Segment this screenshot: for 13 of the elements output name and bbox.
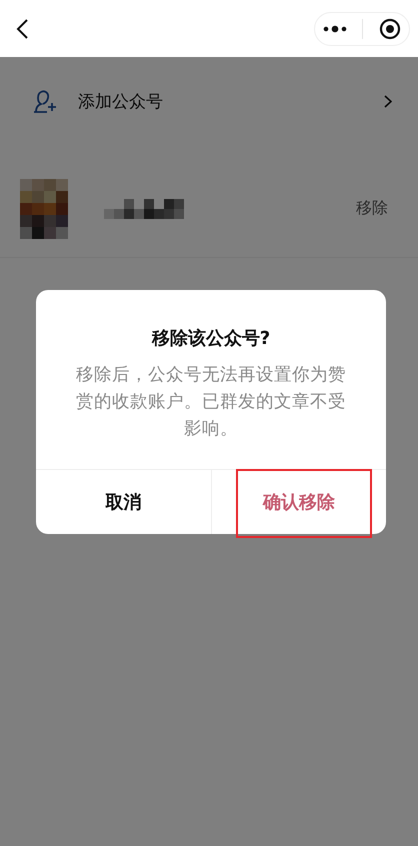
more-button[interactable]	[322, 24, 347, 32]
back-icon	[14, 18, 30, 40]
confirm-button[interactable]: 确认移除	[212, 470, 386, 534]
add-account-label[interactable]: 添加公众号	[78, 90, 384, 112]
chevron-right-icon	[384, 94, 392, 108]
back-button[interactable]	[14, 18, 30, 40]
close-button[interactable]	[379, 18, 402, 40]
more-icon	[322, 24, 347, 32]
dialog-title: 移除该公众号?	[150, 327, 272, 350]
remove-button[interactable]: 移除	[356, 198, 388, 219]
cancel-button[interactable]: 取消	[36, 470, 210, 534]
target-icon	[379, 18, 402, 40]
dialog-message: 移除后，公众号无法再设置你为赞赏的收款账户。已群发的文章不受影响。	[75, 364, 347, 441]
